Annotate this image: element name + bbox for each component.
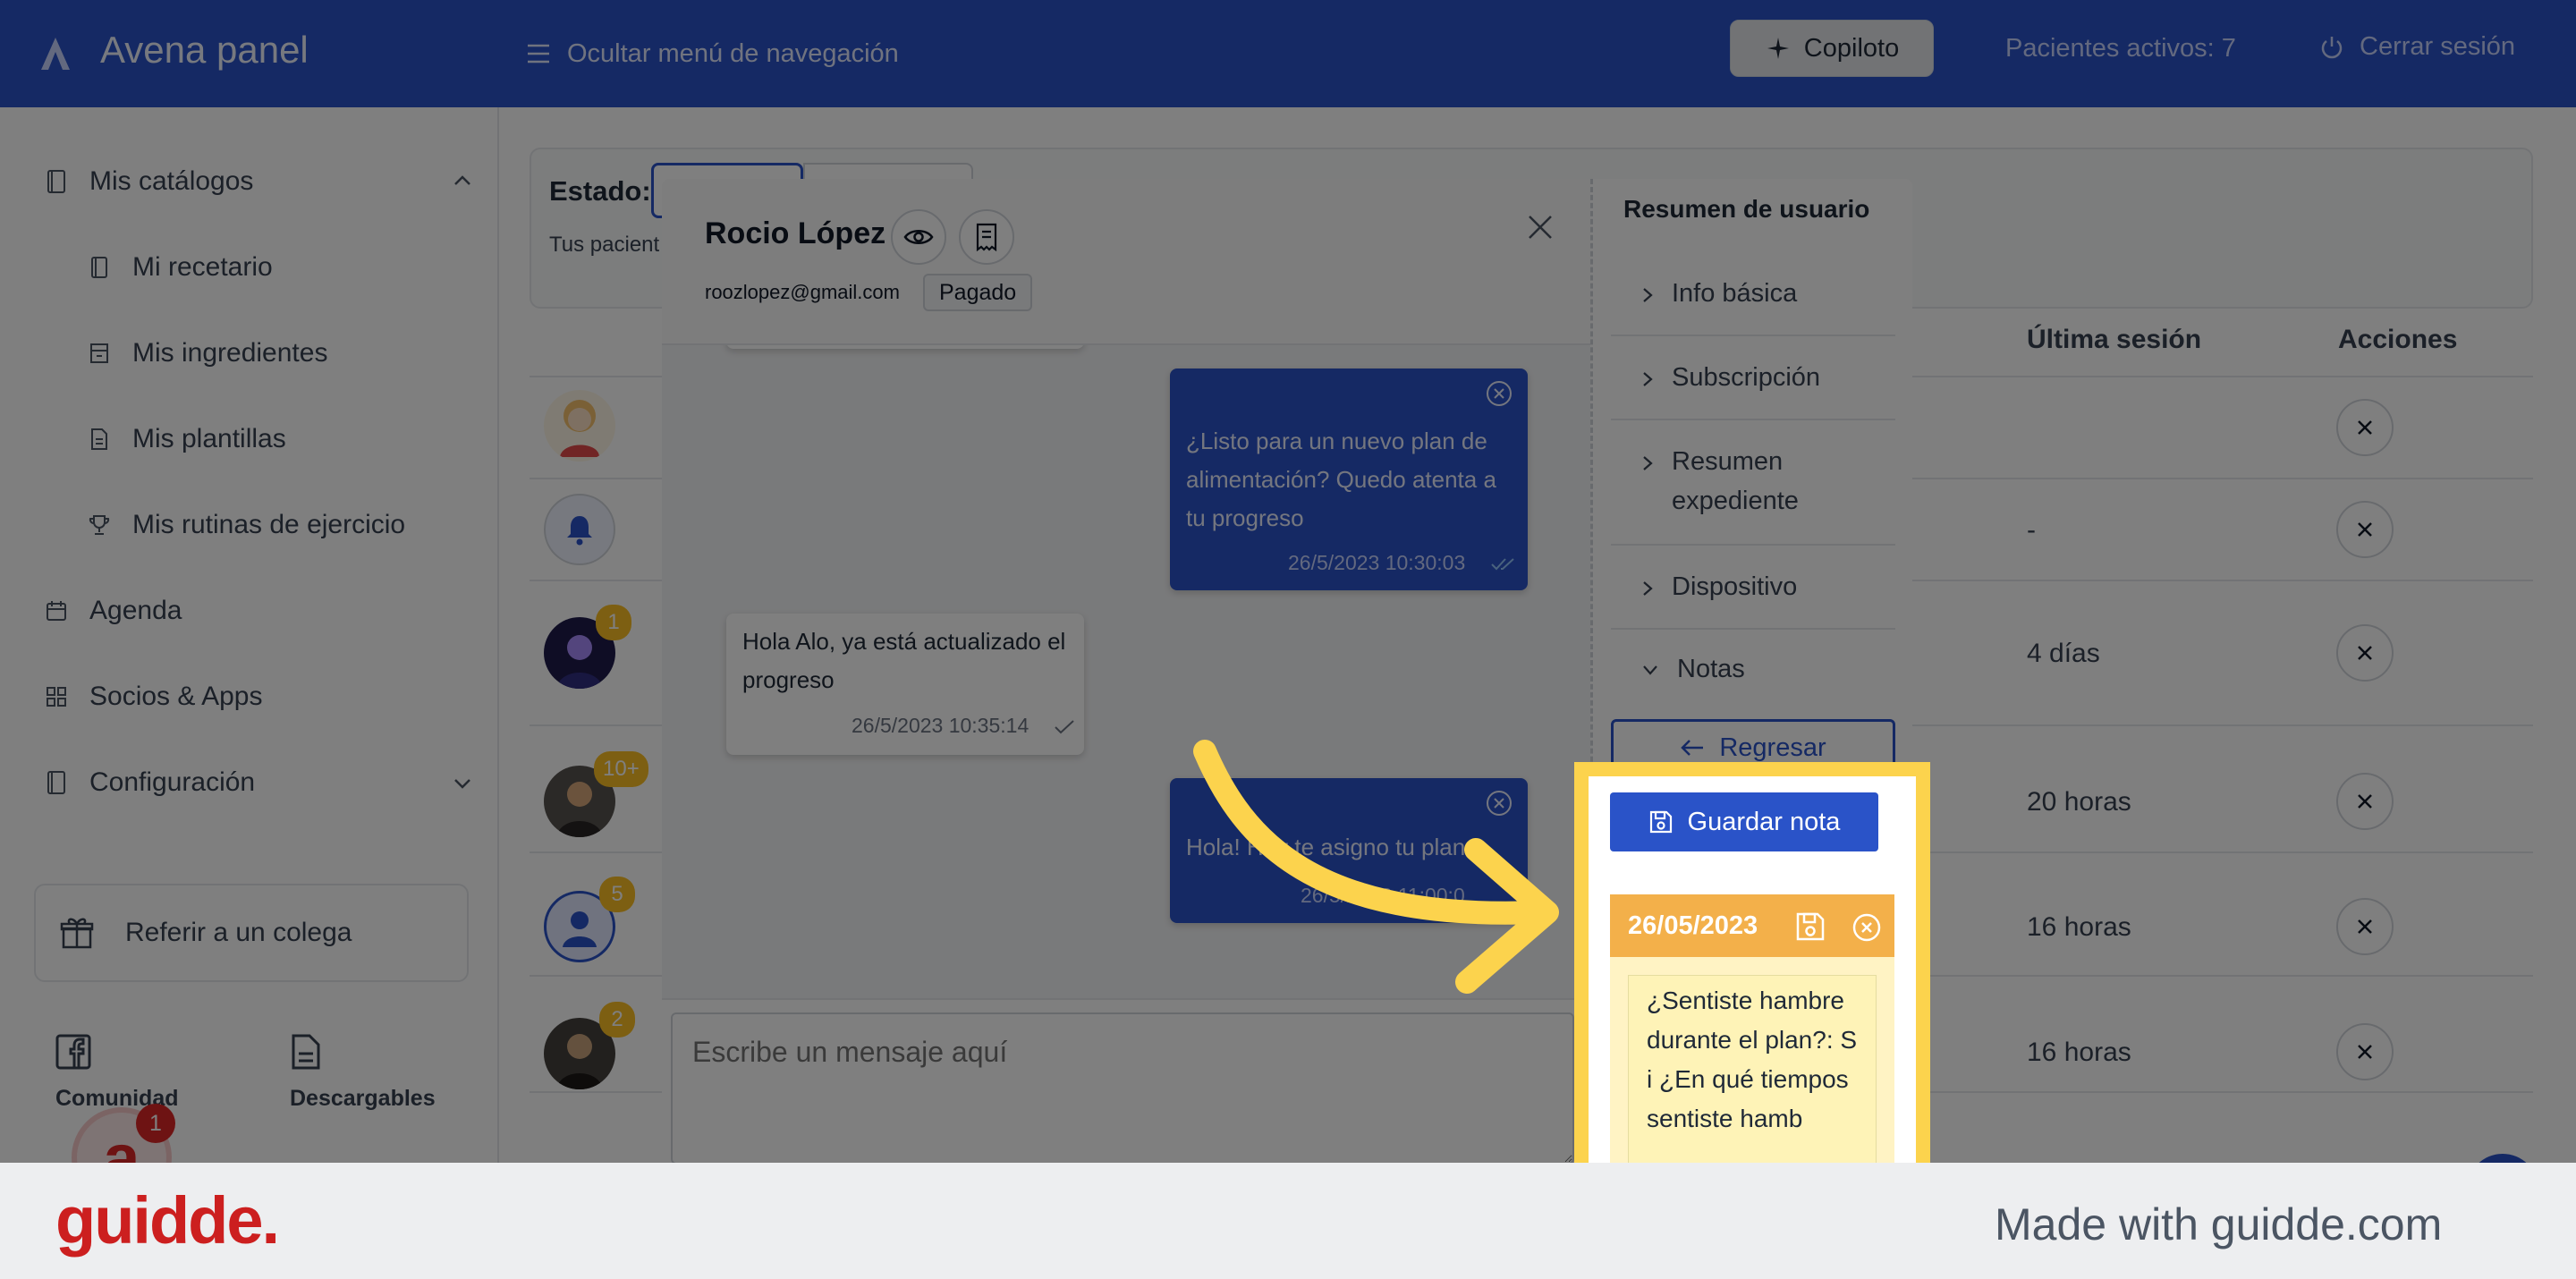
note-textarea[interactable]: ¿Sentiste hambre durante el plan?: Si ¿E… [1628,975,1877,1163]
note-card-header: 26/05/2023 [1610,894,1894,957]
highlight-frame: Guardar nota 26/05/2023 ¿Sentiste hambre… [1574,762,1930,1163]
note-date: 26/05/2023 [1628,911,1758,940]
note-card-body: ¿Sentiste hambre durante el plan?: Si ¿E… [1610,957,1894,1163]
made-with-label: Made with guidde.com [1995,1199,2443,1249]
save-note-label: Guardar nota [1687,807,1841,836]
save-icon[interactable] [1794,911,1826,943]
delete-note-icon[interactable] [1852,912,1882,943]
save-note-button[interactable]: Guardar nota [1610,792,1878,851]
guidde-footer: guidde. Made with guidde.com [0,1163,2576,1279]
guidde-logo: guidde. [55,1183,280,1258]
save-icon [1649,810,1672,834]
tutorial-dim-overlay [0,0,2576,1163]
notes-editor: Guardar nota 26/05/2023 ¿Sentiste hambre… [1589,776,1916,1163]
